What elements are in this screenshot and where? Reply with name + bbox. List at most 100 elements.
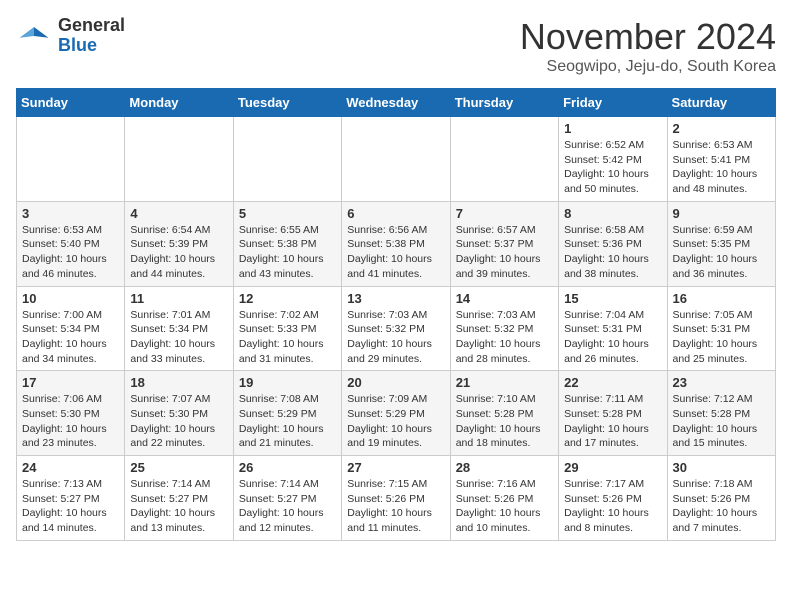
day-info: Sunrise: 7:18 AMSunset: 5:26 PMDaylight:…	[673, 477, 770, 536]
calendar-week-row: 24 Sunrise: 7:13 AMSunset: 5:27 PMDayligh…	[17, 456, 776, 541]
page-header: General Blue November 2024 Seogwipo, Jej…	[16, 16, 776, 76]
calendar-cell: 15Sunrise: 7:04 AMSunset: 5:31 PMDayligh…	[559, 286, 667, 371]
day-number: 22	[564, 375, 661, 390]
calendar-cell: 21 Sunrise: 7:10 AMSunset: 5:28 PMDayligh…	[450, 371, 558, 456]
weekday-header-tuesday: Tuesday	[233, 89, 341, 117]
day-number: 21	[456, 375, 553, 390]
day-number: 13	[347, 291, 444, 306]
weekday-header-saturday: Saturday	[667, 89, 775, 117]
day-number: 6	[347, 206, 444, 221]
day-info: Sunrise: 6:52 AMSunset: 5:42 PMDaylight:…	[564, 138, 661, 197]
day-number: 11	[130, 291, 227, 306]
calendar-cell	[342, 117, 450, 202]
calendar-week-row: 3Sunrise: 6:53 AMSunset: 5:40 PMDaylight…	[17, 201, 776, 286]
day-info: Sunrise: 6:56 AMSunset: 5:38 PMDaylight:…	[347, 223, 444, 282]
day-info: Sunrise: 7:03 AMSunset: 5:32 PMDaylight:…	[456, 308, 553, 367]
calendar-cell: 17 Sunrise: 7:06 AMSunset: 5:30 PMDayligh…	[17, 371, 125, 456]
logo-icon	[16, 18, 52, 54]
day-info: Sunrise: 7:01 AMSunset: 5:34 PMDaylight:…	[130, 308, 227, 367]
calendar-cell: 20Sunrise: 7:09 AMSunset: 5:29 PMDayligh…	[342, 371, 450, 456]
calendar-cell: 2Sunrise: 6:53 AMSunset: 5:41 PMDaylight…	[667, 117, 775, 202]
calendar-body: 1 Sunrise: 6:52 AMSunset: 5:42 PMDaylight…	[17, 117, 776, 541]
day-number: 17	[22, 375, 119, 390]
month-title: November 2024	[520, 16, 776, 58]
calendar-week-row: 10 Sunrise: 7:00 AMSunset: 5:34 PMDayligh…	[17, 286, 776, 371]
day-number: 18	[130, 375, 227, 390]
calendar-cell: 4 Sunrise: 6:54 AMSunset: 5:39 PMDaylight…	[125, 201, 233, 286]
calendar-cell: 23 Sunrise: 7:12 AMSunset: 5:28 PMDayligh…	[667, 371, 775, 456]
day-info: Sunrise: 7:09 AMSunset: 5:29 PMDaylight:…	[347, 392, 444, 451]
day-number: 8	[564, 206, 661, 221]
day-number: 30	[673, 460, 770, 475]
logo: General Blue	[16, 16, 125, 56]
day-info: Sunrise: 7:04 AMSunset: 5:31 PMDaylight:…	[564, 308, 661, 367]
day-number: 25	[130, 460, 227, 475]
title-area: November 2024 Seogwipo, Jeju-do, South K…	[520, 16, 776, 76]
calendar-cell	[17, 117, 125, 202]
day-info: Sunrise: 6:57 AMSunset: 5:37 PMDaylight:…	[456, 223, 553, 282]
calendar-cell: 16Sunrise: 7:05 AMSunset: 5:31 PMDayligh…	[667, 286, 775, 371]
calendar-table: SundayMondayTuesdayWednesdayThursdayFrid…	[16, 88, 776, 541]
day-info: Sunrise: 7:11 AMSunset: 5:28 PMDaylight:…	[564, 392, 661, 451]
day-number: 12	[239, 291, 336, 306]
day-info: Sunrise: 7:02 AMSunset: 5:33 PMDaylight:…	[239, 308, 336, 367]
calendar-cell	[233, 117, 341, 202]
calendar-cell: 26 Sunrise: 7:14 AMSunset: 5:27 PMDayligh…	[233, 456, 341, 541]
calendar-header: SundayMondayTuesdayWednesdayThursdayFrid…	[17, 89, 776, 117]
logo-general-text: General	[58, 16, 125, 36]
calendar-cell: 6 Sunrise: 6:56 AMSunset: 5:38 PMDaylight…	[342, 201, 450, 286]
calendar-cell: 1 Sunrise: 6:52 AMSunset: 5:42 PMDaylight…	[559, 117, 667, 202]
calendar-cell: 8 Sunrise: 6:58 AMSunset: 5:36 PMDaylight…	[559, 201, 667, 286]
calendar-cell: 5Sunrise: 6:55 AMSunset: 5:38 PMDaylight…	[233, 201, 341, 286]
day-info: Sunrise: 7:05 AMSunset: 5:31 PMDaylight:…	[673, 308, 770, 367]
calendar-cell: 10 Sunrise: 7:00 AMSunset: 5:34 PMDayligh…	[17, 286, 125, 371]
day-info: Sunrise: 7:03 AMSunset: 5:32 PMDaylight:…	[347, 308, 444, 367]
day-number: 28	[456, 460, 553, 475]
weekday-header-friday: Friday	[559, 89, 667, 117]
calendar-cell: 18 Sunrise: 7:07 AMSunset: 5:30 PMDayligh…	[125, 371, 233, 456]
day-info: Sunrise: 6:53 AMSunset: 5:40 PMDaylight:…	[22, 223, 119, 282]
day-number: 24	[22, 460, 119, 475]
day-info: Sunrise: 7:06 AMSunset: 5:30 PMDaylight:…	[22, 392, 119, 451]
day-info: Sunrise: 6:54 AMSunset: 5:39 PMDaylight:…	[130, 223, 227, 282]
location-text: Seogwipo, Jeju-do, South Korea	[520, 58, 776, 76]
calendar-cell: 30 Sunrise: 7:18 AMSunset: 5:26 PMDayligh…	[667, 456, 775, 541]
day-info: Sunrise: 7:13 AMSunset: 5:27 PMDaylight:…	[22, 477, 119, 536]
weekday-header-row: SundayMondayTuesdayWednesdayThursdayFrid…	[17, 89, 776, 117]
calendar-week-row: 1 Sunrise: 6:52 AMSunset: 5:42 PMDaylight…	[17, 117, 776, 202]
calendar-cell: 29Sunrise: 7:17 AMSunset: 5:26 PMDayligh…	[559, 456, 667, 541]
day-info: Sunrise: 6:58 AMSunset: 5:36 PMDaylight:…	[564, 223, 661, 282]
logo-text: General Blue	[58, 16, 125, 56]
day-number: 9	[673, 206, 770, 221]
day-info: Sunrise: 7:08 AMSunset: 5:29 PMDaylight:…	[239, 392, 336, 451]
day-number: 23	[673, 375, 770, 390]
calendar-cell: 13 Sunrise: 7:03 AMSunset: 5:32 PMDayligh…	[342, 286, 450, 371]
calendar-week-row: 17 Sunrise: 7:06 AMSunset: 5:30 PMDayligh…	[17, 371, 776, 456]
day-info: Sunrise: 7:16 AMSunset: 5:26 PMDaylight:…	[456, 477, 553, 536]
day-info: Sunrise: 7:10 AMSunset: 5:28 PMDaylight:…	[456, 392, 553, 451]
weekday-header-thursday: Thursday	[450, 89, 558, 117]
day-info: Sunrise: 6:53 AMSunset: 5:41 PMDaylight:…	[673, 138, 770, 197]
calendar-cell: 11 Sunrise: 7:01 AMSunset: 5:34 PMDayligh…	[125, 286, 233, 371]
day-info: Sunrise: 7:00 AMSunset: 5:34 PMDaylight:…	[22, 308, 119, 367]
day-number: 4	[130, 206, 227, 221]
day-info: Sunrise: 6:59 AMSunset: 5:35 PMDaylight:…	[673, 223, 770, 282]
weekday-header-wednesday: Wednesday	[342, 89, 450, 117]
day-info: Sunrise: 7:14 AMSunset: 5:27 PMDaylight:…	[130, 477, 227, 536]
day-number: 26	[239, 460, 336, 475]
day-number: 10	[22, 291, 119, 306]
day-info: Sunrise: 7:07 AMSunset: 5:30 PMDaylight:…	[130, 392, 227, 451]
calendar-cell: 24 Sunrise: 7:13 AMSunset: 5:27 PMDayligh…	[17, 456, 125, 541]
calendar-cell: 9 Sunrise: 6:59 AMSunset: 5:35 PMDaylight…	[667, 201, 775, 286]
calendar-cell: 25 Sunrise: 7:14 AMSunset: 5:27 PMDayligh…	[125, 456, 233, 541]
day-info: Sunrise: 7:17 AMSunset: 5:26 PMDaylight:…	[564, 477, 661, 536]
calendar-cell: 7Sunrise: 6:57 AMSunset: 5:37 PMDaylight…	[450, 201, 558, 286]
day-number: 1	[564, 121, 661, 136]
day-info: Sunrise: 7:12 AMSunset: 5:28 PMDaylight:…	[673, 392, 770, 451]
calendar-cell: 28 Sunrise: 7:16 AMSunset: 5:26 PMDayligh…	[450, 456, 558, 541]
calendar-cell: 27Sunrise: 7:15 AMSunset: 5:26 PMDayligh…	[342, 456, 450, 541]
calendar-cell: 12 Sunrise: 7:02 AMSunset: 5:33 PMDayligh…	[233, 286, 341, 371]
calendar-cell: 14Sunrise: 7:03 AMSunset: 5:32 PMDayligh…	[450, 286, 558, 371]
day-info: Sunrise: 7:14 AMSunset: 5:27 PMDaylight:…	[239, 477, 336, 536]
weekday-header-monday: Monday	[125, 89, 233, 117]
